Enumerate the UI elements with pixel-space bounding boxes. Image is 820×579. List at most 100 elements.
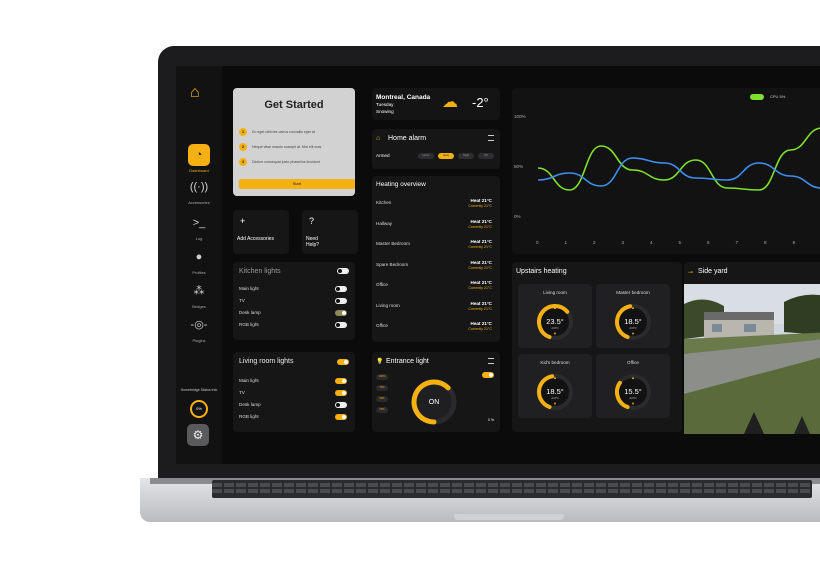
- help-icon: ?: [309, 216, 315, 226]
- need-help-card[interactable]: ? Need Help?: [302, 210, 358, 254]
- thermostat-dial[interactable]: ▲ 18.5°AUTO▼: [613, 298, 653, 342]
- thermostat-dial[interactable]: ▲ 15.5°AUTO▼: [613, 368, 653, 412]
- light-toggle[interactable]: [335, 322, 347, 328]
- alarm-option-button[interactable]: Off: [478, 153, 494, 159]
- heating-room: Spare Bedroom: [376, 261, 409, 267]
- heating-current: Currently 21°C: [468, 286, 492, 290]
- living-room-lights-card: Living room lights Main light TV Desk la…: [233, 352, 355, 432]
- entrance-light-dial[interactable]: ON: [410, 378, 458, 426]
- upstairs-heating-title: Upstairs heating: [516, 268, 567, 275]
- light-toggle[interactable]: [335, 310, 347, 316]
- thermostat-temp: 23.5°: [546, 317, 564, 326]
- home-alarm-title: Home alarm: [388, 135, 427, 142]
- heating-row[interactable]: Kitchen Heat 21°C Currently 21°C: [376, 198, 496, 212]
- living-room-lights-master-toggle[interactable]: [337, 359, 349, 365]
- heating-current: Currently 21°C: [468, 265, 492, 270]
- entrance-light-card: 💡 Entrance light 100% 75% 50% 25% ON 0 %: [372, 352, 500, 432]
- heating-overview-card: Heating overview Kitchen Heat 21°C Current…: [372, 176, 500, 342]
- increase-icon: ▲: [553, 305, 557, 310]
- kitchen-lights-master-toggle[interactable]: [337, 268, 349, 274]
- heating-room: Office: [376, 323, 388, 328]
- light-row: RGB light: [239, 322, 353, 328]
- heating-current: Currently 21°C: [468, 204, 492, 208]
- app-screen: ⌂ ◔ Dashboard ((·)) Accessories >_ Log ●…: [176, 66, 820, 464]
- living-room-lights-title: Living room lights: [239, 358, 294, 365]
- brightness-preset-button[interactable]: 75%: [376, 385, 388, 391]
- heating-row[interactable]: Living room Heat 21°C Currently 21°C: [376, 301, 496, 315]
- heating-setpoint: Heat 21°C: [470, 218, 493, 224]
- bridge-icon: ⁂: [193, 285, 205, 297]
- get-started-card: Get Started 1 Eu eget ultricies varius co…: [233, 88, 355, 196]
- heating-room: Hallway: [376, 220, 393, 226]
- light-row: RGB light: [239, 414, 353, 420]
- light-toggle[interactable]: [335, 414, 347, 420]
- decrease-icon: ▼: [631, 331, 635, 336]
- thermostat-tile[interactable]: Kid's bedroom ▲ 18.5° AUTO ▼: [518, 354, 592, 418]
- home-alarm-card: ⌂ Home alarm Armed Home Away Night Off: [372, 129, 500, 169]
- start-button[interactable]: Start: [239, 179, 355, 189]
- laptop-notch: [454, 514, 564, 520]
- sidebar-item-log[interactable]: >_ Log: [176, 212, 222, 241]
- plugin-icon: -◎-: [190, 319, 208, 331]
- entrance-light-toggle[interactable]: [482, 372, 494, 378]
- menu-icon[interactable]: [488, 135, 494, 141]
- heating-row[interactable]: Spare Bedroom Heat 21°C Currently 21°C: [376, 260, 496, 274]
- kitchen-lights-card: Kitchen lights Main light TV Desk lamp R…: [233, 262, 355, 340]
- sidebar-item-accessories[interactable]: ((·)) Accessories: [176, 176, 222, 205]
- weather-day: Tuesday: [376, 102, 394, 107]
- series-line-0: [537, 127, 820, 191]
- brightness-preset-button[interactable]: 50%: [376, 396, 388, 402]
- sidebar-item-label: Profiles: [192, 270, 206, 275]
- heating-current: Currently 21°C: [468, 306, 492, 311]
- thermostat-dial[interactable]: ▲ 18.5°AUTO▼: [535, 368, 575, 412]
- settings-button[interactable]: ⚙: [187, 424, 209, 446]
- sidebar-item-dashboard[interactable]: ◔ Dashboard: [176, 144, 222, 173]
- sidebar-item-plugins[interactable]: -◎- Plugins: [176, 314, 222, 343]
- light-row: TV: [239, 390, 353, 396]
- side-yard-camera-feed[interactable]: [684, 284, 820, 434]
- light-row: Main light: [239, 286, 353, 292]
- thermostat-room: Office: [627, 360, 639, 365]
- heating-row[interactable]: Hallway Heat 21°C Currently 21°C: [376, 219, 496, 233]
- sidebar-item-profiles[interactable]: ● Profiles: [176, 246, 222, 275]
- light-toggle[interactable]: [335, 378, 347, 384]
- alarm-option-button[interactable]: Home: [418, 153, 434, 159]
- get-started-step: 2 Neque vitae mauris suscipit at. Nisl el…: [239, 143, 321, 151]
- heating-row[interactable]: Office Heat 21°C Currently 21°C: [376, 321, 496, 335]
- light-toggle[interactable]: [335, 390, 347, 396]
- user-icon: ●: [195, 251, 203, 263]
- brightness-preset-button[interactable]: 25%: [376, 407, 388, 413]
- alarm-option-button[interactable]: Away: [438, 153, 454, 159]
- light-toggle[interactable]: [335, 286, 347, 292]
- decrease-icon: ▼: [553, 401, 557, 406]
- heating-room: Kitchen: [376, 200, 392, 205]
- heating-row[interactable]: Office Heat 21°C Currently 21°C: [376, 280, 496, 294]
- weather-temperature: -2°: [472, 95, 489, 110]
- menu-icon[interactable]: [488, 358, 494, 364]
- sidebar-item-label: Bridges: [192, 304, 206, 309]
- heating-row[interactable]: Master Bedroom Heat 21°C Currently 21°C: [376, 239, 496, 253]
- decrease-icon: ▼: [631, 401, 635, 406]
- heating-room: Master Bedroom: [376, 241, 410, 246]
- sidebar-item-bridges[interactable]: ⁂ Bridges: [176, 280, 222, 309]
- thermostat-dial[interactable]: ▲ 23.5°AUTO▼: [535, 298, 575, 342]
- light-toggle[interactable]: [335, 402, 347, 408]
- need-help-label: Need Help?: [306, 236, 320, 248]
- heating-setpoint: Heat 21°C: [470, 239, 493, 244]
- homebridge-status-label: Homebridge Status Info: [180, 388, 218, 392]
- thermostat-mode: AUTO: [629, 326, 636, 330]
- cpu-chart-card: CPU 5% 100% 50% 0% 0123456789: [512, 88, 820, 254]
- add-accessories-card[interactable]: + Add Accessories: [233, 210, 289, 254]
- alarm-option-button[interactable]: Night: [458, 153, 474, 159]
- heating-setpoint: Heat 21°C: [470, 321, 493, 326]
- heating-setpoint: Heat 21°C: [470, 198, 493, 203]
- laptop-keyboard: [212, 480, 812, 498]
- light-row: Desk lamp: [239, 402, 353, 408]
- light-toggle[interactable]: [335, 298, 347, 304]
- thermostat-tile[interactable]: Master bedroom ▲ 18.5° AUTO ▼: [596, 284, 670, 348]
- sidebar-item-label: Accessories: [188, 200, 210, 205]
- upstairs-heating-card: Upstairs heating Living room ▲ 23.5° AUTO ▼ M…: [512, 262, 682, 432]
- thermostat-tile[interactable]: Office ▲ 15.5° AUTO ▼: [596, 354, 670, 418]
- brightness-preset-button[interactable]: 100%: [376, 374, 388, 380]
- thermostat-tile[interactable]: Living room ▲ 23.5° AUTO ▼: [518, 284, 592, 348]
